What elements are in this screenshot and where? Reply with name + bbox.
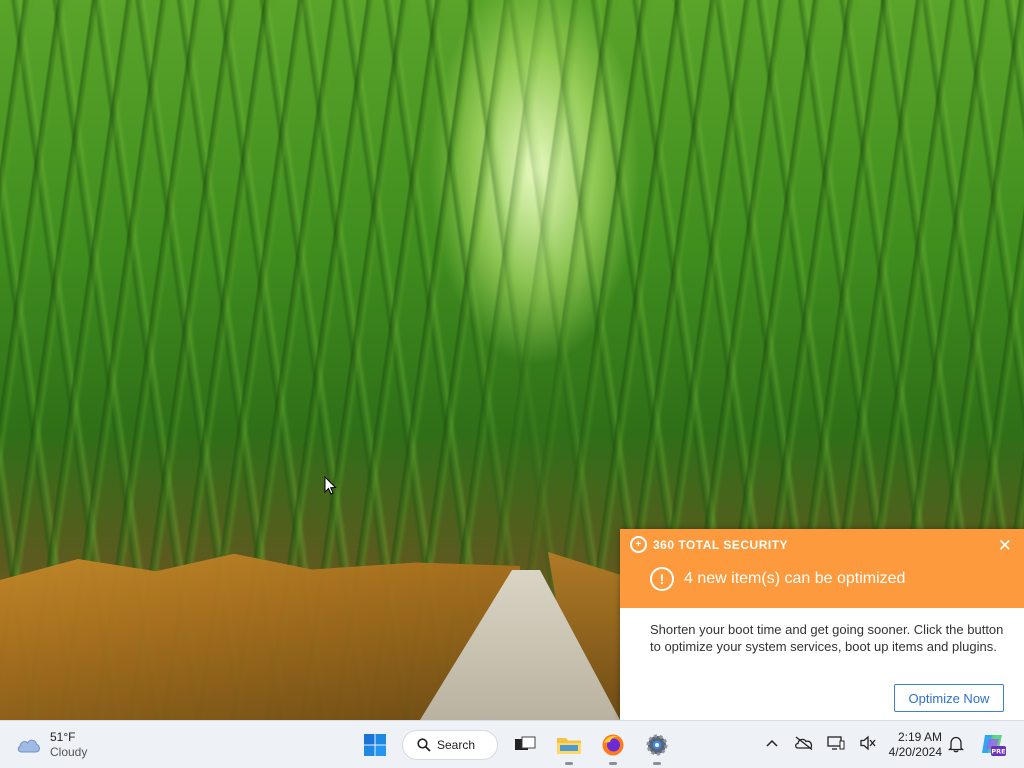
notification-header: + 360 TOTAL SECURITY ✕ ! 4 new item(s) c…: [620, 529, 1024, 608]
search-label: Search: [437, 738, 476, 752]
windows-logo-icon: [364, 734, 386, 756]
system-tray: [762, 733, 878, 753]
brand: + 360 TOTAL SECURITY: [630, 536, 788, 553]
clock-time: 2:19 AM: [897, 730, 942, 744]
optimize-now-button[interactable]: Optimize Now: [894, 684, 1004, 712]
network-icon[interactable]: [826, 733, 846, 753]
weather-text: 51°F Cloudy: [50, 730, 87, 760]
gear-icon: [646, 734, 668, 756]
mouse-cursor-icon: [324, 476, 337, 495]
task-view-button[interactable]: [508, 728, 542, 762]
running-indicator: [609, 762, 617, 765]
360-logo-icon: +: [630, 536, 647, 553]
weather-widget[interactable]: 51°F Cloudy: [16, 730, 87, 760]
security-notification: + 360 TOTAL SECURITY ✕ ! 4 new item(s) c…: [620, 529, 1024, 720]
volume-muted-icon[interactable]: [858, 733, 878, 753]
taskbar-search[interactable]: Search: [402, 730, 498, 760]
notification-headline: ! 4 new item(s) can be optimized: [650, 567, 905, 591]
bell-icon[interactable]: [947, 735, 965, 758]
running-indicator: [565, 762, 573, 765]
weather-condition: Cloudy: [50, 745, 88, 759]
taskbar: 51°F Cloudy Search 2:19 AM 4/20/2024 PRE: [0, 720, 1024, 768]
brand-name: 360 TOTAL SECURITY: [653, 537, 789, 552]
chevron-up-icon[interactable]: [762, 733, 782, 753]
task-view-icon: [515, 736, 536, 750]
weather-temp: 51°F: [50, 730, 76, 744]
warning-icon: !: [650, 567, 674, 591]
copilot-badge: PRE: [991, 748, 1005, 756]
file-explorer-button[interactable]: [552, 728, 586, 765]
taskbar-center: Search: [358, 728, 674, 765]
clock[interactable]: 2:19 AM 4/20/2024: [880, 730, 942, 760]
close-icon[interactable]: ✕: [998, 537, 1012, 554]
clock-date: 4/20/2024: [888, 745, 942, 759]
firefox-button[interactable]: [596, 728, 630, 765]
onedrive-offline-icon[interactable]: [794, 733, 814, 753]
start-button[interactable]: [358, 728, 392, 762]
copilot-icon[interactable]: PRE: [980, 731, 1006, 762]
headline-text: 4 new item(s) can be optimized: [684, 570, 906, 587]
settings-button[interactable]: [640, 728, 674, 765]
folder-icon: [557, 738, 581, 754]
notification-body: Shorten your boot time and get going soo…: [650, 622, 1004, 654]
firefox-icon: [602, 734, 624, 756]
running-indicator: [653, 762, 661, 765]
cloud-icon: [17, 739, 40, 753]
search-icon: [417, 738, 431, 752]
